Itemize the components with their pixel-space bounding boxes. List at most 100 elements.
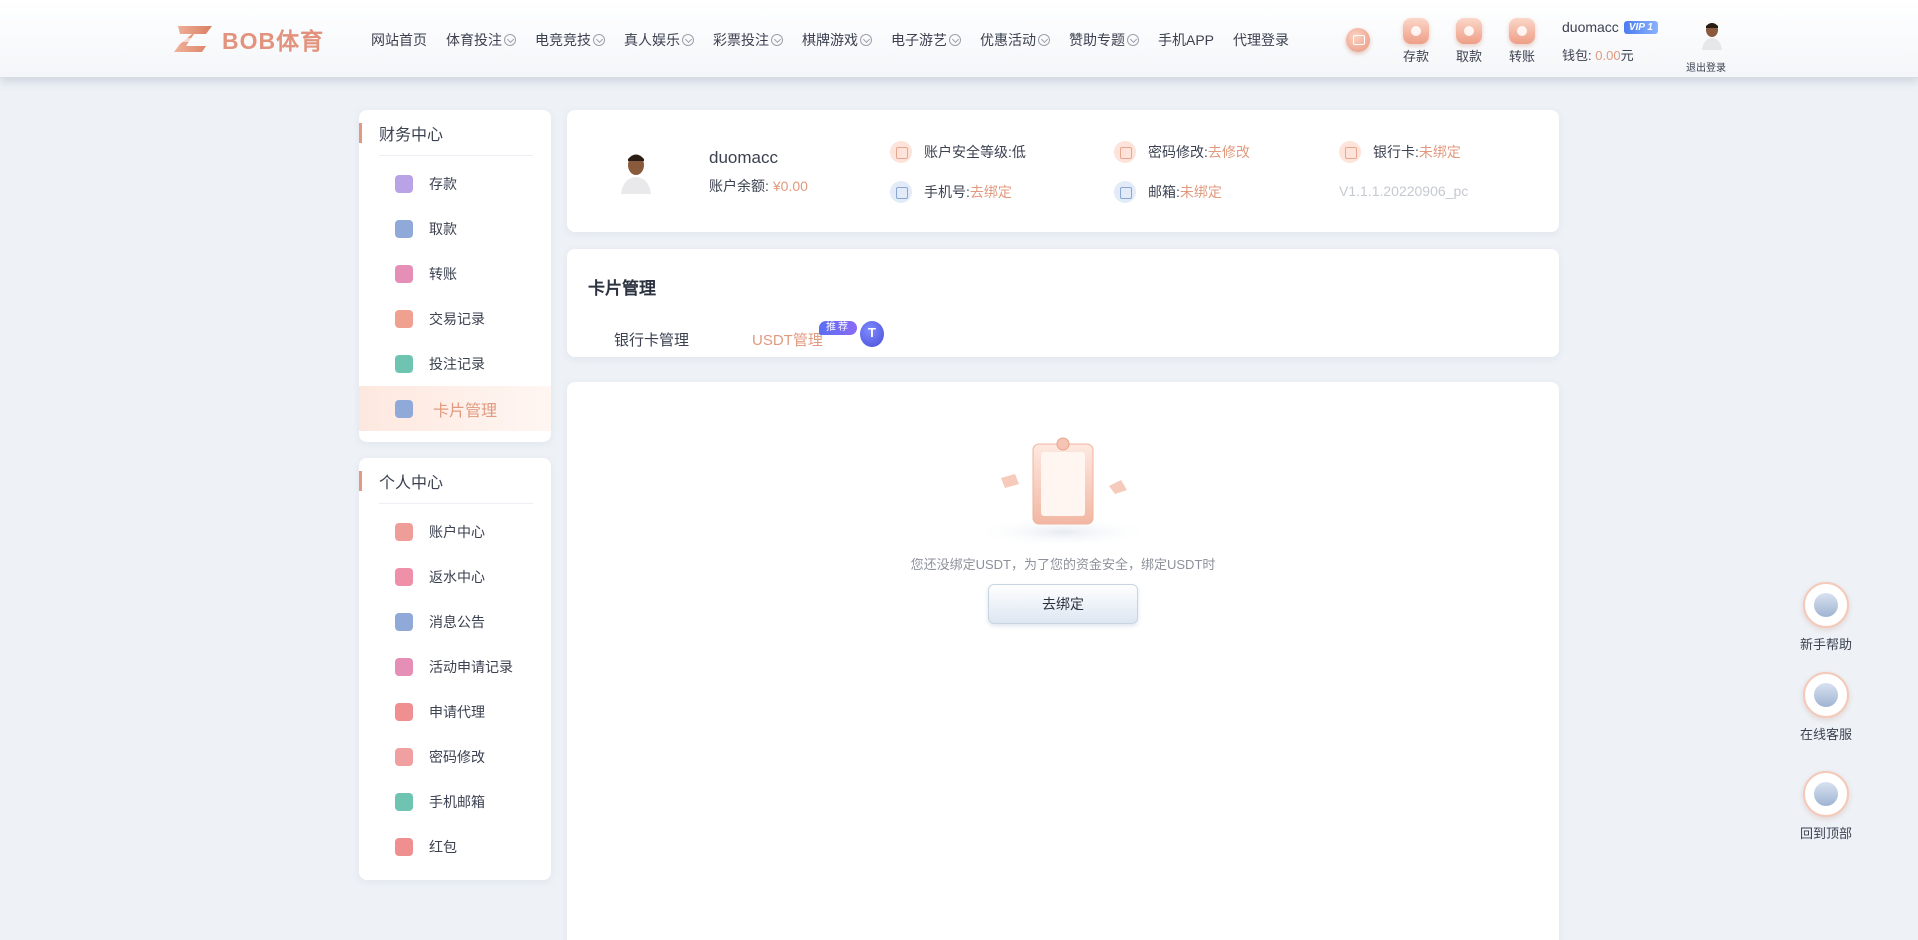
nav-item[interactable]: 真人娱乐 [624, 30, 694, 50]
sidebar-item[interactable]: 红包 [359, 824, 551, 869]
sidebar-item[interactable]: 转账 [359, 251, 551, 296]
wallet-label: 钱包: [1562, 48, 1592, 63]
nav-item-label: 赞助专题 [1069, 32, 1125, 48]
balance-label: 账户余额: [709, 178, 769, 194]
tab-bank-card[interactable]: 银行卡管理 [614, 329, 689, 350]
sidebar-item-label: 返水中心 [429, 568, 485, 585]
bind-usdt-button[interactable]: 去绑定 [988, 584, 1138, 624]
nav-item-label: 电子游艺 [891, 32, 947, 48]
usdt-content-panel: 您还没绑定USDT，为了您的资金安全，绑定USDT时 去绑定 [567, 382, 1559, 940]
account-balance: 账户余额: ¥0.00 [709, 176, 808, 196]
phone-status: 手机号: 去绑定 [890, 181, 1012, 203]
nav-item[interactable]: 电子游艺 [891, 30, 961, 50]
chevron-down-icon [771, 34, 783, 46]
brand-logo[interactable]: BOB体育 [172, 22, 324, 56]
nav-item[interactable]: 彩票投注 [713, 30, 783, 50]
logout-link[interactable]: 退出登录 [1686, 59, 1726, 74]
sidebar-item-icon [395, 792, 413, 811]
chevron-down-icon [504, 34, 516, 46]
help-button[interactable]: 新手帮助 [1798, 582, 1854, 653]
message-icon[interactable] [1346, 28, 1370, 52]
sidebar-item-icon [395, 567, 413, 586]
quick-transfer-button[interactable]: 转账 [1502, 18, 1542, 65]
finance-center-title: 财务中心 [359, 110, 551, 156]
sidebar-item[interactable]: 活动申请记录 [359, 644, 551, 689]
sidebar-item[interactable]: 消息公告 [359, 599, 551, 644]
wallet-amount: 0.00 [1595, 48, 1621, 63]
sidebar-item[interactable]: 账户中心 [359, 509, 551, 554]
header-username[interactable]: duomacc [1562, 19, 1619, 35]
nav-item[interactable]: 优惠活动 [980, 30, 1050, 50]
security-value: 低 [1011, 144, 1026, 160]
sidebar-item[interactable]: 申请代理 [359, 689, 551, 734]
sidebar-item-icon [395, 174, 413, 193]
back-to-top-button[interactable]: 回到顶部 [1798, 771, 1854, 842]
headset-icon [1803, 672, 1849, 718]
help-label: 新手帮助 [1799, 637, 1852, 652]
sidebar-item-icon [395, 657, 413, 676]
withdraw-icon [1456, 18, 1482, 44]
email-value[interactable]: 未绑定 [1180, 182, 1222, 202]
usdt-icon: T [860, 321, 884, 347]
nav-item[interactable]: 体育投注 [446, 30, 516, 50]
nav-item[interactable]: 网站首页 [371, 30, 427, 50]
personal-center-panel: 个人中心 账户中心 返水中心 消息公告 活动申请记录 申请代理 密码修改 手机邮箱 红包 [359, 458, 551, 880]
nav-item[interactable]: 代理登录 [1233, 30, 1289, 50]
sidebar-item-icon [395, 747, 413, 766]
sidebar-item[interactable]: 手机邮箱 [359, 779, 551, 824]
quick-deposit-label: 存款 [1402, 49, 1429, 64]
shield-icon [890, 141, 912, 163]
phone-bind-link[interactable]: 去绑定 [970, 182, 1012, 202]
sidebar-item-label: 存款 [429, 175, 457, 192]
password-change-link[interactable]: 去修改 [1208, 142, 1250, 162]
user-info: duomacc VIP 1 钱包: 0.00元 [1562, 18, 1658, 64]
sidebar-item[interactable]: 返水中心 [359, 554, 551, 599]
sidebar-item-label: 取款 [429, 220, 457, 237]
email-status: 邮箱: 未绑定 [1114, 181, 1222, 203]
nav-item-label: 手机APP [1158, 32, 1215, 48]
sidebar-item[interactable]: 投注记录 [359, 341, 551, 386]
chevron-down-icon [1127, 34, 1139, 46]
sidebar-item-icon [395, 612, 413, 631]
nav-item-label: 网站首页 [371, 32, 427, 48]
sidebar-item-icon [395, 837, 413, 856]
nav-item[interactable]: 手机APP [1158, 30, 1214, 50]
sidebar-item[interactable]: 卡片管理 [359, 386, 551, 431]
sidebar-item-label: 交易记录 [429, 310, 485, 327]
sidebar-item-label: 转账 [429, 265, 457, 282]
version-text: V1.1.1.20220906_pc [1339, 183, 1469, 199]
sidebar-item-label: 申请代理 [429, 703, 485, 720]
sidebar-item[interactable]: 密码修改 [359, 734, 551, 779]
customer-service-button[interactable]: 在线客服 [1798, 672, 1854, 743]
quick-withdraw-button[interactable]: 取款 [1449, 18, 1489, 65]
sidebar-item[interactable]: 取款 [359, 206, 551, 251]
quick-transfer-label: 转账 [1508, 49, 1535, 64]
chevron-down-icon [682, 34, 694, 46]
main-nav: 网站首页 体育投注 电竞竞技 真人娱乐 彩票投注 棋牌游戏 电子游艺 优惠活动 赞助专题 手机AP… [371, 28, 1308, 52]
profile-card: duomacc 账户余额: ¥0.00 账户安全等级: 低 密码修改: 去修改 银… [567, 110, 1559, 232]
password-label: 密码修改: [1148, 144, 1208, 160]
recommend-badge: 推荐 [819, 321, 857, 335]
sidebar-item-label: 手机邮箱 [429, 793, 485, 810]
user-avatar[interactable] [1700, 20, 1724, 50]
bank-card-icon [1339, 141, 1361, 163]
sidebar-item[interactable]: 交易记录 [359, 296, 551, 341]
phone-label: 手机号: [924, 184, 970, 200]
sidebar-item-label: 红包 [429, 838, 457, 855]
balance-amount: ¥0.00 [772, 178, 808, 194]
nav-item[interactable]: 棋牌游戏 [802, 30, 872, 50]
sidebar-item[interactable]: 存款 [359, 161, 551, 206]
lock-icon [1114, 141, 1136, 163]
quick-deposit-button[interactable]: 存款 [1396, 18, 1436, 65]
wallet-balance: 钱包: 0.00元 [1562, 45, 1658, 64]
logo-icon [174, 26, 212, 52]
empty-state-icon [973, 437, 1153, 548]
sidebar-item-icon [395, 522, 413, 541]
bank-value[interactable]: 未绑定 [1419, 142, 1461, 162]
sidebar-item-label: 活动申请记录 [429, 658, 513, 675]
tab-usdt[interactable]: USDT管理 [752, 329, 823, 350]
chevron-down-icon [949, 34, 961, 46]
nav-item[interactable]: 赞助专题 [1069, 30, 1139, 50]
nav-item[interactable]: 电竞竞技 [535, 30, 605, 50]
email-label: 邮箱: [1148, 184, 1180, 200]
